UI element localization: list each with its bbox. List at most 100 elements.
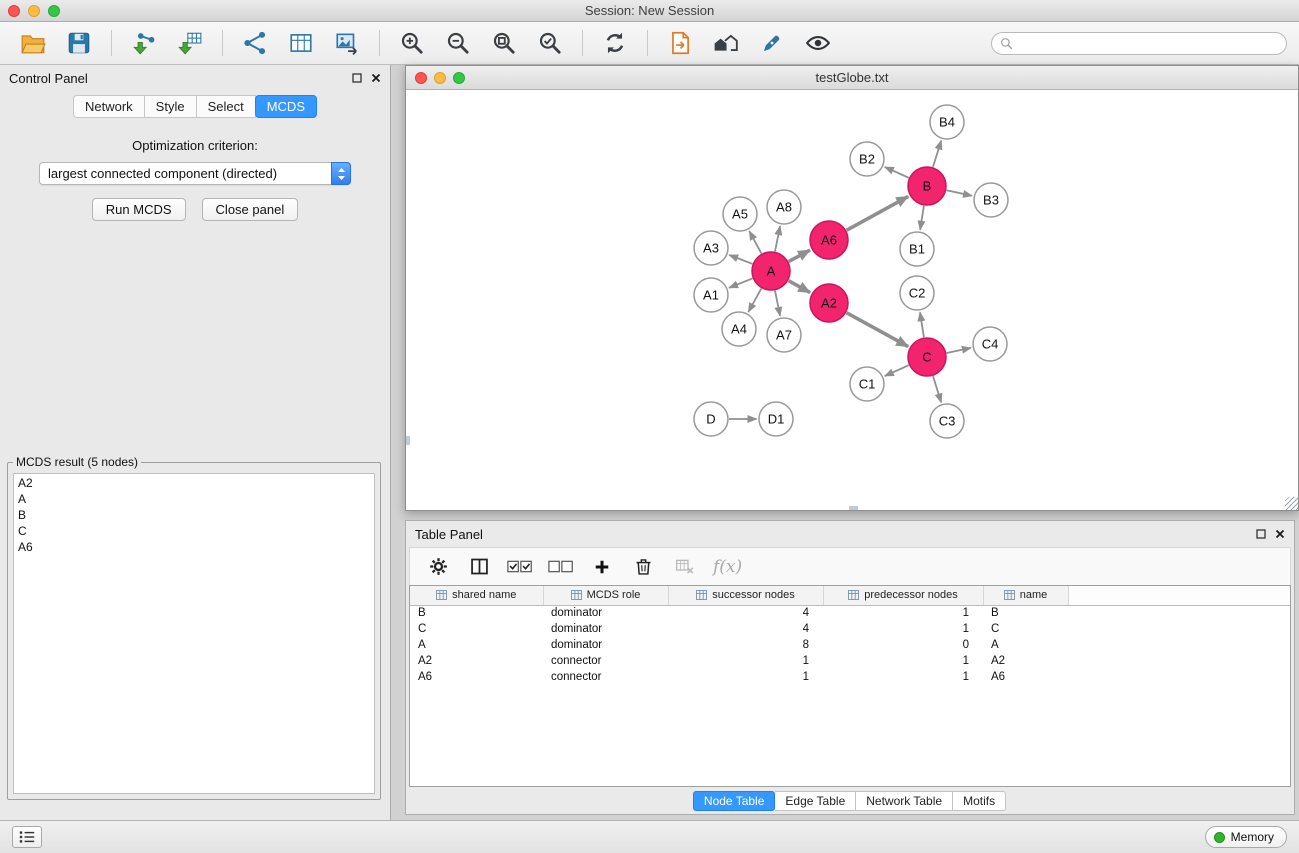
table-cell[interactable]: 8: [668, 637, 823, 653]
columns-button[interactable]: [465, 553, 493, 581]
table-cell[interactable]: A: [410, 637, 543, 653]
table-cell[interactable]: A: [983, 637, 1068, 653]
import-network-button[interactable]: [123, 25, 165, 61]
table-cell[interactable]: connector: [543, 669, 668, 685]
zoom-in-button[interactable]: [391, 25, 433, 61]
table-panel-float-icon[interactable]: [1256, 529, 1266, 539]
graph-edge-A-A8[interactable]: [775, 226, 780, 251]
tab-node-table[interactable]: Node Table: [693, 791, 776, 811]
network-minimize-button[interactable]: [434, 72, 446, 84]
close-window-button[interactable]: [8, 5, 20, 17]
import-table-button[interactable]: [169, 25, 211, 61]
table-cell[interactable]: 1: [823, 621, 983, 637]
table-cell[interactable]: B: [983, 605, 1068, 621]
table-cell[interactable]: 4: [668, 621, 823, 637]
table-cell[interactable]: connector: [543, 653, 668, 669]
graph-node-C4[interactable]: C4: [973, 327, 1007, 361]
graph-edge-C-C2[interactable]: [920, 312, 924, 337]
criterion-dropdown[interactable]: largest connected component (directed): [39, 162, 351, 185]
network-close-button[interactable]: [415, 72, 427, 84]
graph-node-D1[interactable]: D1: [759, 402, 793, 436]
graph-node-C3[interactable]: C3: [930, 404, 964, 438]
table-cell[interactable]: 0: [823, 637, 983, 653]
select-all-button[interactable]: [506, 553, 534, 581]
network-canvas[interactable]: B4B2BB3A5A8A6B1A3AC2A1A2A4A7C4CC1C3DD1: [406, 90, 1298, 510]
zoom-fit-button[interactable]: [483, 25, 525, 61]
table-cell[interactable]: 4: [668, 605, 823, 621]
table-cell[interactable]: A6: [410, 669, 543, 685]
home-button[interactable]: [705, 25, 747, 61]
table-cell[interactable]: 1: [668, 653, 823, 669]
control-panel-close-icon[interactable]: [371, 73, 381, 83]
graph-node-B2[interactable]: B2: [850, 142, 884, 176]
graph-node-A4[interactable]: A4: [722, 312, 756, 346]
table-cell[interactable]: C: [410, 621, 543, 637]
graph-node-B3[interactable]: B3: [974, 183, 1008, 217]
column-header-successor-nodes[interactable]: successor nodes: [668, 586, 823, 605]
graph-edge-C-C1[interactable]: [885, 365, 909, 376]
tab-motifs[interactable]: Motifs: [953, 791, 1006, 811]
table-row[interactable]: A6connector11A6: [410, 669, 1290, 685]
table-panel-close-icon[interactable]: [1275, 529, 1285, 539]
column-header-name[interactable]: name: [983, 586, 1068, 605]
graph-edge-B-B2[interactable]: [885, 167, 909, 178]
graph-edge-A-A1[interactable]: [729, 278, 752, 287]
graph-node-C2[interactable]: C2: [900, 276, 934, 310]
table-cell[interactable]: B: [410, 605, 543, 621]
column-header-MCDS-role[interactable]: MCDS role: [543, 586, 668, 605]
annotate-button[interactable]: [751, 25, 793, 61]
settings-button[interactable]: [424, 553, 452, 581]
control-panel-float-icon[interactable]: [352, 73, 362, 83]
graph-edge-C-C4[interactable]: [947, 348, 971, 353]
tab-style[interactable]: Style: [145, 95, 197, 118]
graph-node-A2[interactable]: A2: [810, 284, 848, 322]
column-header-predecessor-nodes[interactable]: predecessor nodes: [823, 586, 983, 605]
graph-edge-B-B4[interactable]: [933, 141, 941, 167]
graph-node-B1[interactable]: B1: [900, 232, 934, 266]
graph-node-A5[interactable]: A5: [723, 197, 757, 231]
table-cell[interactable]: A6: [983, 669, 1068, 685]
graph-node-A3[interactable]: A3: [694, 231, 728, 265]
panel-selector-button[interactable]: [12, 826, 42, 848]
mcds-result-list[interactable]: A2ABCA6: [13, 473, 375, 794]
function-builder-button[interactable]: f(x): [713, 557, 742, 577]
mcds-result-item[interactable]: C: [18, 523, 370, 539]
table-row[interactable]: Cdominator41C: [410, 621, 1290, 637]
export-document-button[interactable]: [659, 25, 701, 61]
memory-button[interactable]: Memory: [1205, 826, 1287, 848]
graph-node-C[interactable]: C: [908, 338, 946, 376]
zoom-window-button[interactable]: [48, 5, 60, 17]
table-cell[interactable]: 1: [668, 669, 823, 685]
graph-edge-B-B1[interactable]: [920, 206, 924, 230]
graph-node-A8[interactable]: A8: [767, 190, 801, 224]
graph-edge-A2-C[interactable]: [847, 313, 909, 347]
graph-edge-A-A6[interactable]: [789, 250, 810, 262]
eye-button[interactable]: [797, 25, 839, 61]
search-field[interactable]: [991, 32, 1287, 55]
table-cell[interactable]: A2: [410, 653, 543, 669]
graph-edge-A-A3[interactable]: [729, 255, 752, 264]
graph-node-C1[interactable]: C1: [850, 367, 884, 401]
graph-edge-C-C3[interactable]: [933, 376, 941, 402]
graph-edge-B-B3[interactable]: [947, 190, 973, 196]
table-cell[interactable]: dominator: [543, 605, 668, 621]
mcds-result-item[interactable]: A6: [18, 539, 370, 555]
close-panel-button[interactable]: Close panel: [202, 198, 299, 221]
tab-network-table[interactable]: Network Table: [856, 791, 953, 811]
graph-node-A7[interactable]: A7: [767, 318, 801, 352]
mcds-result-item[interactable]: A: [18, 491, 370, 507]
mcds-result-item[interactable]: B: [18, 507, 370, 523]
zoom-selected-button[interactable]: [529, 25, 571, 61]
add-row-button[interactable]: [588, 553, 616, 581]
table-row[interactable]: A2connector11A2: [410, 653, 1290, 669]
table-cell[interactable]: A2: [983, 653, 1068, 669]
new-network-button[interactable]: [234, 25, 276, 61]
table-row[interactable]: Adominator80A: [410, 637, 1290, 653]
search-input[interactable]: [1019, 36, 1279, 50]
table-cell[interactable]: 1: [823, 669, 983, 685]
graph-node-A[interactable]: A: [752, 252, 790, 290]
new-table-button[interactable]: [280, 25, 322, 61]
zoom-out-button[interactable]: [437, 25, 479, 61]
table-cell[interactable]: dominator: [543, 637, 668, 653]
graph-node-D[interactable]: D: [694, 402, 728, 436]
